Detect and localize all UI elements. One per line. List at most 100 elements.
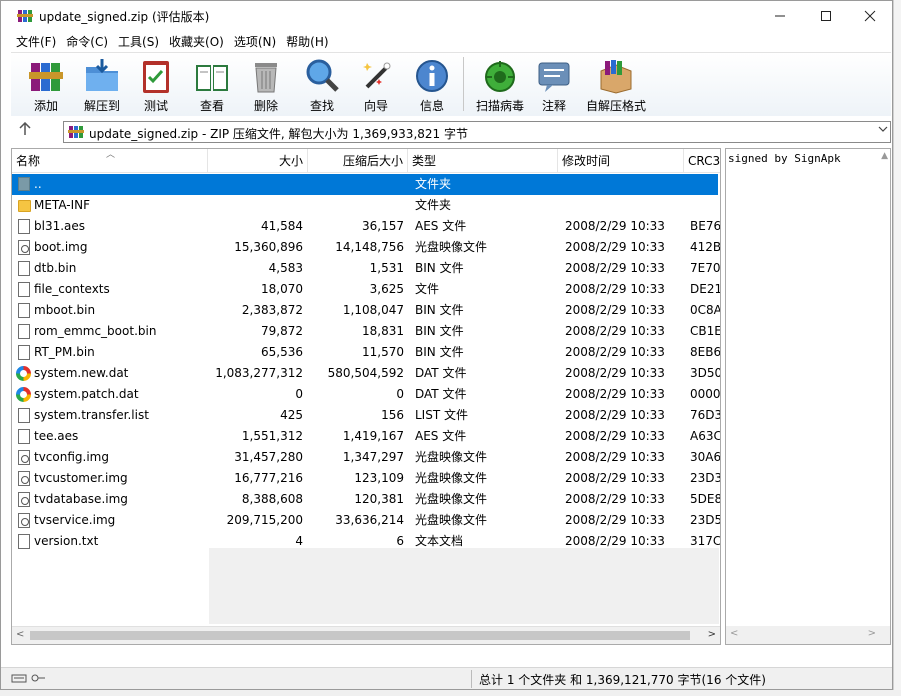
file-type: DAT 文件 [415,387,467,401]
file-crc: BE76 [690,219,720,233]
column-type-header[interactable]: 类型 [408,149,558,173]
file-size: 1,551,312 [241,429,303,443]
sfx-label: 自解压格式 [585,99,646,113]
file-type: LIST 文件 [415,408,468,422]
column-name-label: 名称 [16,154,41,168]
file-modified: 2008/2/29 10:33 [565,408,665,422]
file-crc: DE21 [690,282,720,296]
extract-to-button[interactable]: 解压到 [75,55,129,115]
find-button[interactable]: 查找 [295,55,349,115]
up-arrow-icon[interactable] [19,121,31,140]
column-packed-header[interactable]: 压缩后大小 [308,149,408,173]
disk-image-icon [18,450,30,465]
file-name: META-INF [34,198,91,212]
file-modified: 2008/2/29 10:33 [565,324,665,338]
add-button[interactable]: 添加 [19,55,73,115]
file-icon [18,219,30,234]
archive-path-box[interactable]: update_signed.zip - ZIP 压缩文件, 解包大小为 1,36… [63,121,891,143]
minimize-button[interactable] [757,1,803,31]
scroll-left-icon[interactable]: < [16,629,24,640]
file-name: RT_PM.bin [34,345,95,359]
scroll-right-icon[interactable]: > [708,629,716,640]
menu-favorites[interactable]: 收藏夹(O) [164,31,229,51]
file-row[interactable]: .. 文件夹 [12,174,718,195]
file-row[interactable]: system.transfer.list 425 156 LIST 文件 2008/2/… [12,405,720,426]
file-packed-size: 156 [381,408,404,422]
comment-button[interactable]: 注释 [527,55,581,115]
scroll-thumb[interactable] [30,631,690,640]
list-empty-area [209,548,719,624]
file-row[interactable]: file_contexts 18,070 3,625 文件 2008/2/29 10:3… [12,279,720,300]
menu-tools[interactable]: 工具(S) [113,31,164,51]
menu-bar: 文件(F) 命令(C) 工具(S) 收藏夹(O) 选项(N) 帮助(H) [1,31,892,51]
virus-scan-button[interactable]: 扫描病毒 [471,55,529,115]
view-button[interactable]: 查看 [185,55,239,115]
status-summary: 总计 1 个文件夹 和 1,369,121,770 字节(16 个文件) [479,673,766,687]
comment-pane[interactable]: signed by SignApk ▲ ▼ < > [725,148,891,645]
virus-scan-icon [481,57,519,95]
dat-file-icon [16,366,31,381]
scroll-up-icon[interactable]: ▲ [881,151,888,161]
menu-commands[interactable]: 命令(C) [61,31,113,51]
toolbar-separator [463,57,464,111]
add-archive-icon [27,57,65,95]
info-button[interactable]: 信息 [405,55,459,115]
file-icon [18,282,30,297]
wizard-button[interactable]: 向导 [349,55,403,115]
column-crc-header[interactable]: CRC32 [684,149,720,173]
title-bar: update_signed.zip (评估版本) [1,1,892,31]
background-window-strip [893,0,901,696]
comment-scroll-left-icon[interactable]: < [730,628,738,639]
file-packed-size: 1,531 [369,261,404,275]
status-drive-icon[interactable] [11,672,47,687]
file-row[interactable]: system.new.dat 1,083,277,312 580,504,592 DA… [12,363,720,384]
column-packed-label: 压缩后大小 [342,154,403,168]
comment-label: 注释 [541,99,566,113]
file-row[interactable]: bl31.aes 41,584 36,157 AES 文件 2008/2/29 10:3… [12,216,720,237]
file-packed-size: 11,570 [362,345,404,359]
maximize-button[interactable] [803,1,849,31]
magnifier-icon [303,57,341,95]
file-row[interactable]: mboot.bin 2,383,872 1,108,047 BIN 文件 2008/2/… [12,300,720,321]
file-row[interactable]: RT_PM.bin 65,536 11,570 BIN 文件 2008/2/29 10:… [12,342,720,363]
file-packed-size [308,195,404,216]
file-row[interactable]: rom_emmc_boot.bin 79,872 18,831 BIN 文件 2008/… [12,321,720,342]
file-name: system.transfer.list [34,408,149,422]
file-row[interactable]: META-INF 文件夹 [12,195,718,216]
close-button[interactable] [847,1,892,31]
comment-horizontal-scrollbar[interactable]: < > [726,626,890,644]
file-row[interactable]: dtb.bin 4,583 1,531 BIN 文件 2008/2/29 10:33 7E… [12,258,720,279]
file-type: 文件夹 [415,177,452,191]
file-row[interactable]: tvdatabase.img 8,388,608 120,381 光盘映像文件 2008… [12,489,720,510]
archive-icon [68,124,84,140]
column-size-header[interactable]: 大小 [208,149,308,173]
column-name-header[interactable]: 名称 ︿ [12,149,208,173]
file-crc [690,174,720,195]
file-row[interactable]: system.patch.dat 0 0 DAT 文件 2008/2/29 10:33 0… [12,384,720,405]
chevron-down-icon[interactable] [878,124,888,137]
test-button[interactable]: 测试 [129,55,183,115]
horizontal-scrollbar[interactable]: < > [12,626,720,644]
file-row[interactable]: tvservice.img 209,715,200 33,636,214 光盘映像文件… [12,510,720,531]
file-row[interactable]: tvcustomer.img 16,777,216 123,109 光盘映像文件 200… [12,468,720,489]
disk-image-icon [18,471,30,486]
menu-options[interactable]: 选项(N) [229,31,281,51]
column-size-label: 大小 [278,154,303,168]
file-row[interactable]: tee.aes 1,551,312 1,419,167 AES 文件 2008/2/29… [12,426,720,447]
file-icon [18,534,30,549]
menu-file[interactable]: 文件(F) [11,31,61,51]
menu-help[interactable]: 帮助(H) [281,31,333,51]
file-row[interactable]: boot.img 15,360,896 14,148,756 光盘映像文件 2008/2… [12,237,720,258]
file-packed-size: 18,831 [362,324,404,338]
disk-image-icon [18,240,30,255]
sfx-button[interactable]: 自解压格式 [583,55,649,115]
file-packed-size: 0 [396,387,404,401]
file-name: tee.aes [34,429,79,443]
file-type: 光盘映像文件 [415,240,488,254]
file-type: BIN 文件 [415,324,464,338]
comment-scroll-right-icon[interactable]: > [868,628,876,639]
column-modified-header[interactable]: 修改时间 [558,149,684,173]
file-type: 文件 [415,282,440,296]
file-row[interactable]: tvconfig.img 31,457,280 1,347,297 光盘映像文件 200… [12,447,720,468]
delete-button[interactable]: 删除 [239,55,293,115]
